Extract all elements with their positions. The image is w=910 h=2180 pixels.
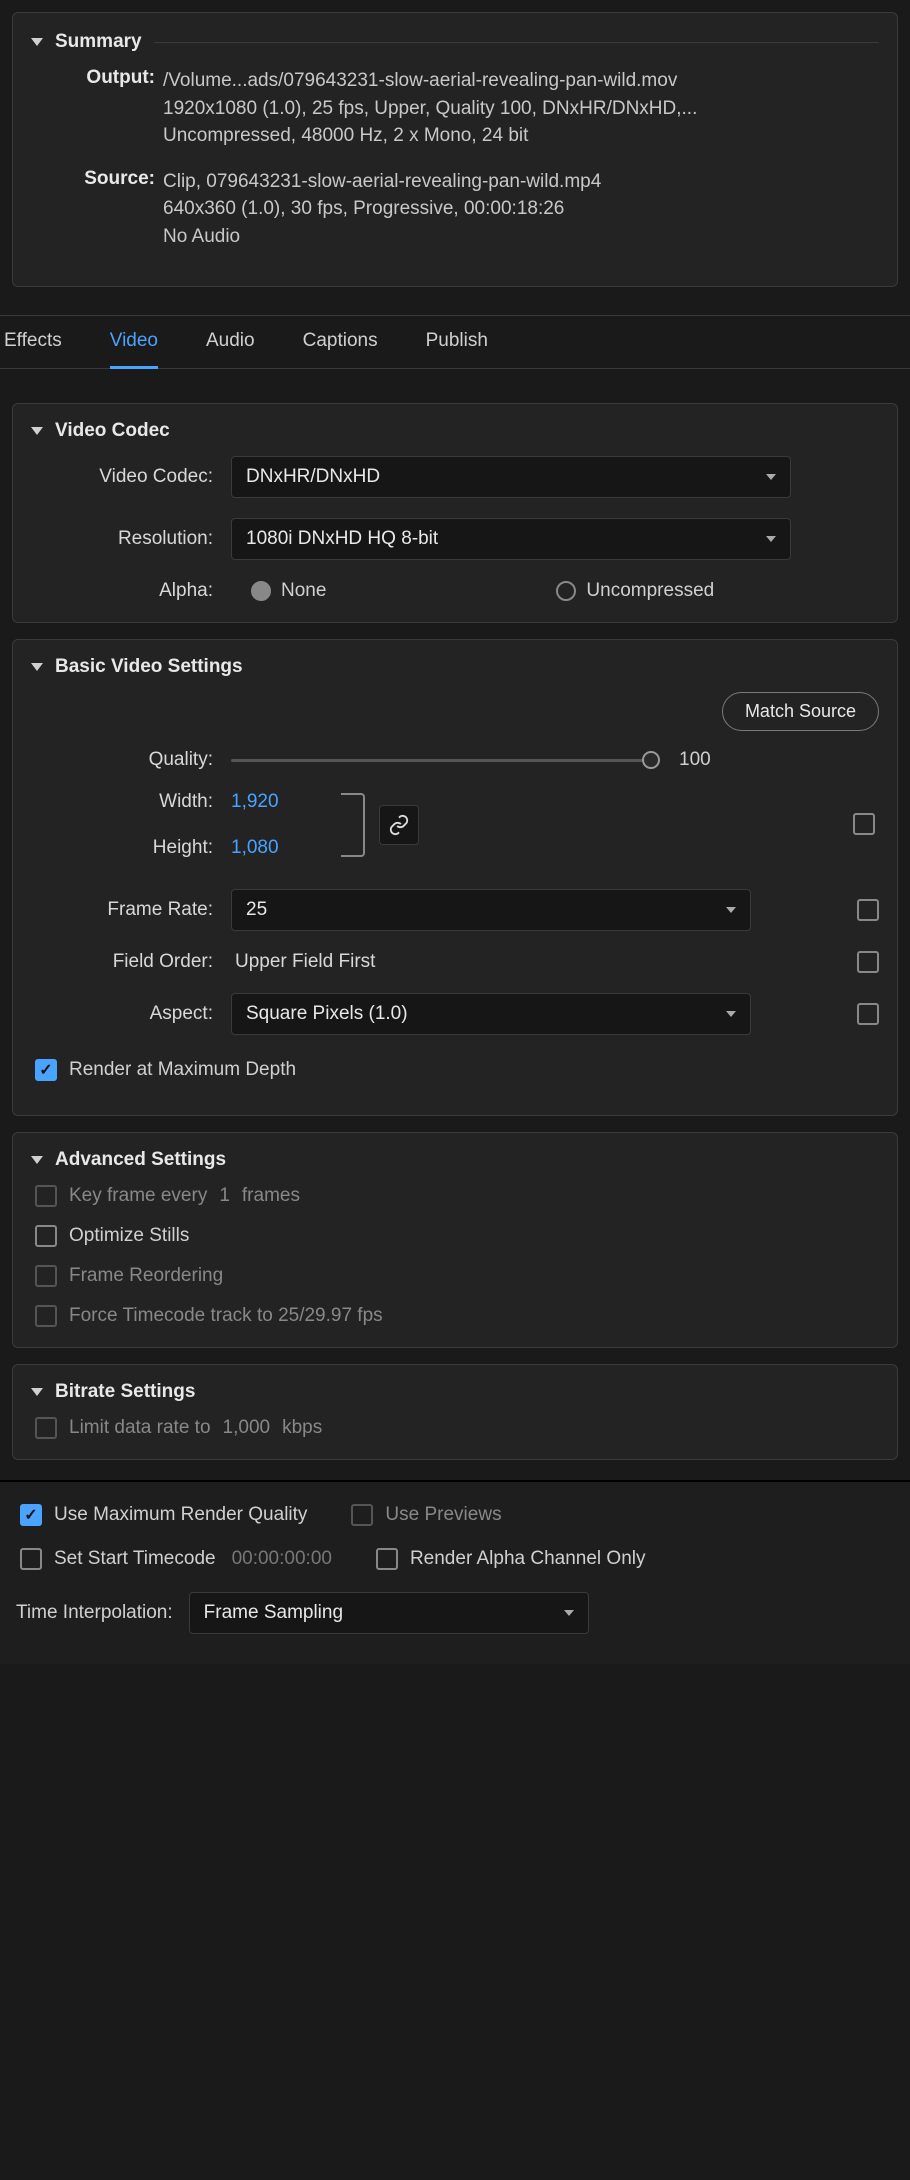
video-codec-title: Video Codec	[55, 420, 170, 442]
framerate-match-checkbox[interactable]	[857, 899, 879, 921]
basic-settings-header[interactable]: Basic Video Settings	[31, 656, 879, 678]
bitrate-settings-title: Bitrate Settings	[55, 1381, 195, 1403]
keyframe-label-post: frames	[242, 1185, 300, 1207]
link-icon	[388, 814, 410, 836]
alpha-label: Alpha:	[31, 580, 231, 602]
summary-output-text: /Volume...ads/079643231-slow-aerial-reve…	[163, 67, 697, 150]
radio-circle-icon	[556, 581, 576, 601]
optimize-stills-checkbox[interactable]	[35, 1225, 57, 1247]
aspect-match-checkbox[interactable]	[857, 1003, 879, 1025]
start-tc-value[interactable]: 00:00:00:00	[232, 1548, 332, 1570]
chevron-down-icon	[31, 38, 43, 46]
render-alpha-only-label: Render Alpha Channel Only	[410, 1548, 646, 1570]
radio-dot-icon	[251, 581, 271, 601]
chevron-down-icon	[726, 907, 736, 913]
basic-settings-title: Basic Video Settings	[55, 656, 243, 678]
alpha-none-radio[interactable]: None	[251, 580, 326, 602]
resolution-label: Resolution:	[31, 528, 231, 550]
video-codec-label: Video Codec:	[31, 466, 231, 488]
tab-video[interactable]: Video	[110, 330, 158, 369]
limit-bitrate-label: Limit data rate to	[69, 1417, 211, 1439]
quality-slider[interactable]	[231, 759, 651, 762]
frame-reorder-label: Frame Reordering	[69, 1265, 223, 1287]
quality-label: Quality:	[31, 749, 231, 771]
use-max-quality-checkbox[interactable]	[20, 1504, 42, 1526]
chevron-down-icon	[31, 1156, 43, 1164]
resolution-select[interactable]: 1080i DNxHD HQ 8-bit	[231, 518, 791, 560]
tab-captions[interactable]: Captions	[303, 330, 378, 368]
wh-match-checkbox[interactable]	[853, 813, 875, 835]
link-dimensions-button[interactable]	[379, 805, 419, 845]
advanced-settings-header[interactable]: Advanced Settings	[31, 1149, 879, 1171]
chevron-down-icon	[31, 427, 43, 435]
width-input[interactable]: 1,920	[231, 791, 279, 813]
height-label: Height:	[31, 837, 231, 859]
framerate-select[interactable]: 25	[231, 889, 751, 931]
time-interp-label: Time Interpolation:	[16, 1602, 173, 1624]
use-previews-label: Use Previews	[385, 1504, 501, 1526]
advanced-settings-title: Advanced Settings	[55, 1149, 226, 1171]
slider-thumb-icon[interactable]	[642, 751, 660, 769]
chevron-down-icon	[564, 1610, 574, 1616]
tab-effects[interactable]: Effects	[4, 330, 62, 368]
tab-audio[interactable]: Audio	[206, 330, 255, 368]
chevron-down-icon	[726, 1011, 736, 1017]
alpha-uncompressed-radio[interactable]: Uncompressed	[556, 580, 714, 602]
summary-source-text: Clip, 079643231-slow-aerial-revealing-pa…	[163, 168, 601, 251]
fieldorder-value: Upper Field First	[235, 951, 375, 973]
summary-title: Summary	[55, 31, 142, 53]
height-input[interactable]: 1,080	[231, 837, 279, 859]
aspect-select[interactable]: Square Pixels (1.0)	[231, 993, 751, 1035]
chevron-down-icon	[31, 663, 43, 671]
match-source-button[interactable]: Match Source	[722, 692, 879, 731]
summary-header[interactable]: Summary	[31, 31, 879, 53]
chevron-down-icon	[766, 536, 776, 542]
limit-bitrate-value[interactable]: 1,000	[223, 1417, 271, 1439]
force-timecode-label: Force Timecode track to 25/29.97 fps	[69, 1305, 383, 1327]
framerate-label: Frame Rate:	[31, 899, 231, 921]
limit-bitrate-checkbox[interactable]	[35, 1417, 57, 1439]
chevron-down-icon	[766, 474, 776, 480]
keyframe-label-pre: Key frame every	[69, 1185, 207, 1207]
bitrate-settings-header[interactable]: Bitrate Settings	[31, 1381, 879, 1403]
video-codec-select[interactable]: DNxHR/DNxHD	[231, 456, 791, 498]
aspect-label: Aspect:	[31, 1003, 231, 1025]
set-start-tc-checkbox[interactable]	[20, 1548, 42, 1570]
video-codec-header[interactable]: Video Codec	[31, 420, 879, 442]
summary-source-label: Source:	[71, 168, 155, 251]
tab-publish[interactable]: Publish	[426, 330, 488, 368]
keyframe-checkbox[interactable]	[35, 1185, 57, 1207]
width-label: Width:	[31, 791, 231, 813]
fieldorder-label: Field Order:	[31, 951, 231, 973]
force-timecode-checkbox[interactable]	[35, 1305, 57, 1327]
use-previews-checkbox[interactable]	[351, 1504, 373, 1526]
optimize-stills-label: Optimize Stills	[69, 1225, 189, 1247]
keyframe-value[interactable]: 1	[219, 1185, 230, 1207]
chevron-down-icon	[31, 1388, 43, 1396]
render-alpha-only-checkbox[interactable]	[376, 1548, 398, 1570]
summary-output-label: Output:	[71, 67, 155, 150]
quality-value: 100	[679, 749, 711, 771]
set-start-tc-label: Set Start Timecode	[54, 1548, 216, 1570]
link-bracket-icon	[341, 793, 365, 857]
time-interp-select[interactable]: Frame Sampling	[189, 1592, 589, 1634]
frame-reorder-checkbox[interactable]	[35, 1265, 57, 1287]
fieldorder-match-checkbox[interactable]	[857, 951, 879, 973]
render-max-depth-checkbox[interactable]	[35, 1059, 57, 1081]
use-max-quality-label: Use Maximum Render Quality	[54, 1504, 307, 1526]
render-max-depth-label: Render at Maximum Depth	[69, 1059, 296, 1081]
limit-bitrate-unit: kbps	[282, 1417, 322, 1439]
